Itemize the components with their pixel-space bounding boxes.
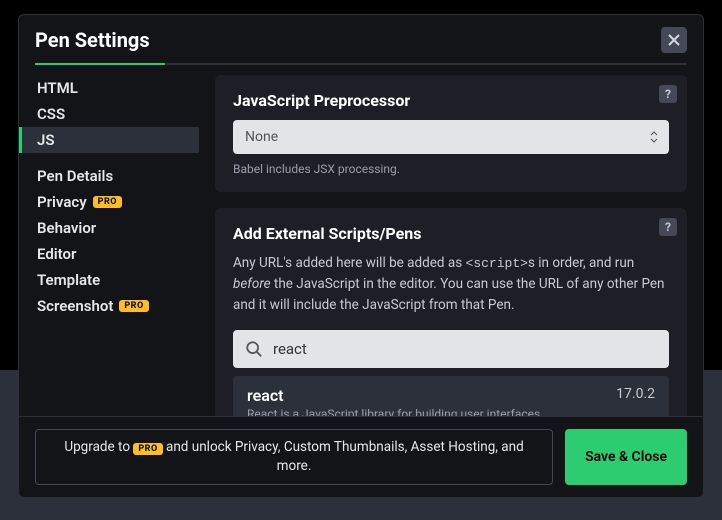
updown-icon (649, 130, 659, 144)
panel-title: JavaScript Preprocessor (233, 91, 669, 110)
modal-header: Pen Settings (19, 15, 703, 63)
sidebar-item-pen-details[interactable]: Pen Details (19, 163, 199, 189)
select-value: None (245, 129, 278, 145)
search-icon (245, 340, 263, 358)
sidebar-item-privacy[interactable]: PrivacyPRO (19, 189, 199, 215)
sidebar-item-template[interactable]: Template (19, 267, 199, 293)
save-close-button[interactable]: Save & Close (565, 429, 687, 485)
sidebar-item-editor[interactable]: Editor (19, 241, 199, 267)
script-search-input[interactable]: react (233, 330, 669, 368)
upgrade-banner[interactable]: Upgrade to PRO and unlock Privacy, Custo… (35, 429, 553, 485)
sidebar-item-js[interactable]: JS (19, 127, 199, 153)
search-value: react (273, 340, 307, 358)
result-version: 17.0.2 (616, 386, 655, 402)
preprocessor-panel: ? JavaScript Preprocessor None Babel inc… (215, 75, 687, 192)
settings-modal: Pen Settings HTML CSS JS Pen Details Pri… (18, 14, 704, 498)
settings-main: ? JavaScript Preprocessor None Babel inc… (199, 65, 703, 416)
modal-footer: Upgrade to PRO and unlock Privacy, Custo… (19, 416, 703, 497)
modal-title: Pen Settings (35, 28, 150, 52)
pro-badge: PRO (93, 196, 122, 208)
settings-sidebar: HTML CSS JS Pen Details PrivacyPRO Behav… (19, 65, 199, 416)
pro-badge: PRO (119, 300, 148, 312)
panel-description: Any URL's added here will be added as <s… (233, 253, 669, 316)
sidebar-item-css[interactable]: CSS (19, 101, 199, 127)
search-result[interactable]: react React is a JavaScript library for … (233, 376, 669, 416)
result-name: react (247, 386, 543, 405)
modal-body: HTML CSS JS Pen Details PrivacyPRO Behav… (19, 65, 703, 416)
sidebar-item-behavior[interactable]: Behavior (19, 215, 199, 241)
preprocessor-hint: Babel includes JSX processing. (233, 162, 669, 176)
close-button[interactable] (661, 27, 687, 53)
external-scripts-panel: ? Add External Scripts/Pens Any URL's ad… (215, 208, 687, 416)
result-desc: React is a JavaScript library for buildi… (247, 407, 543, 416)
sidebar-item-html[interactable]: HTML (19, 75, 199, 101)
close-icon (668, 34, 680, 46)
panel-title: Add External Scripts/Pens (233, 224, 669, 243)
pro-badge: PRO (133, 443, 162, 455)
preprocessor-select[interactable]: None (233, 120, 669, 154)
help-button[interactable]: ? (659, 85, 677, 103)
header-divider (35, 63, 687, 65)
sidebar-item-screenshot[interactable]: ScreenshotPRO (19, 293, 199, 319)
help-button[interactable]: ? (659, 218, 677, 236)
